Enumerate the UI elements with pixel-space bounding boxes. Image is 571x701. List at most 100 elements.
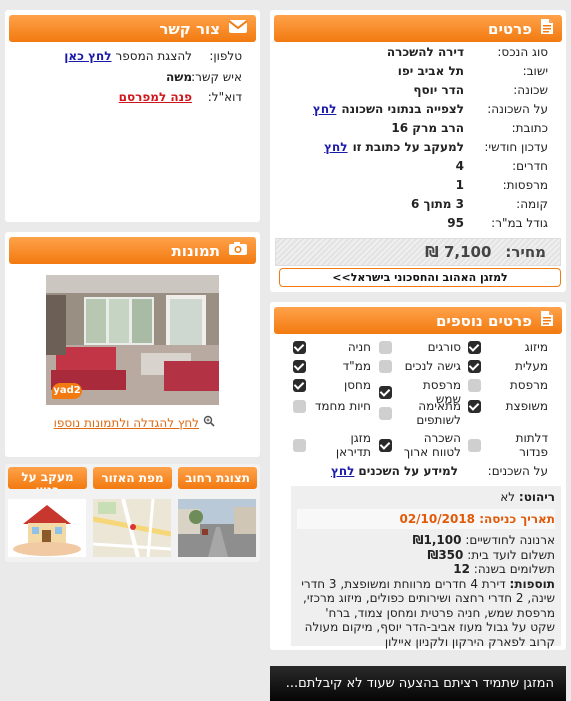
feature-checkbox[interactable] bbox=[468, 399, 481, 413]
tab-building-follow[interactable]: מעקב על בניין bbox=[8, 467, 87, 489]
location-tabs-panel: תצוגת רחוב מפת האזור מעקב על בניין bbox=[5, 464, 260, 562]
contact-advertiser-link[interactable]: פנה למפרסם bbox=[119, 90, 192, 104]
contact-panel: צור קשר טלפון: להצגת המספר לחץ כאן איש ק… bbox=[5, 10, 260, 222]
additions-label: תוספות: bbox=[509, 576, 555, 591]
detail-link[interactable]: לחץ bbox=[313, 102, 336, 116]
email-row: דוא"ל: פנה למפרסם bbox=[119, 90, 242, 104]
feature-item: מחסן bbox=[293, 378, 371, 392]
feature-item: מעלית bbox=[468, 359, 548, 373]
feature-label: חיות מחמד bbox=[314, 399, 371, 413]
details-title: פרטים bbox=[488, 19, 532, 38]
details-panel: פרטים סוג הנכס: דירה להשכרה ישוב: תל אביב י… bbox=[270, 10, 566, 292]
feature-label: מיזוג bbox=[524, 340, 548, 354]
feature-checkbox[interactable] bbox=[379, 385, 392, 399]
price-label: מחיר: bbox=[505, 243, 546, 261]
show-phone-link[interactable]: לחץ כאן bbox=[64, 49, 111, 63]
detail-label: סוג הנכס: bbox=[497, 45, 548, 59]
feature-checkbox[interactable] bbox=[468, 340, 481, 354]
extra-details-panel: פרטים נוספים מיזוג סורגים חניה מעלית גישה לנ… bbox=[270, 302, 566, 650]
tenants-value: למידע על השכנים bbox=[358, 464, 458, 478]
feature-checkbox[interactable] bbox=[293, 438, 306, 452]
payments-value: 12 bbox=[453, 562, 470, 576]
feature-checkbox[interactable] bbox=[379, 340, 392, 354]
detail-label: חדרים: bbox=[512, 159, 548, 173]
feature-label: סורגים bbox=[427, 340, 461, 354]
ac-promo-banner[interactable]: המזגן שתמיד רציתם בהצעה שעוד לא קיבלתם..… bbox=[270, 666, 566, 701]
feature-checkbox[interactable] bbox=[293, 399, 306, 413]
ac-link-button[interactable]: למזגן האהוב והחסכוני בישראל>> bbox=[279, 268, 561, 287]
feature-checkbox[interactable] bbox=[379, 406, 392, 420]
feature-checkbox[interactable] bbox=[379, 359, 392, 373]
arnona-label: ארנונה לחודשיים: bbox=[465, 533, 555, 547]
detail-row: כתובת: הרב מרק 16 bbox=[391, 121, 548, 135]
detail-label: ישוב: bbox=[522, 64, 548, 78]
envelope-icon bbox=[228, 19, 248, 38]
feature-checkbox[interactable] bbox=[468, 359, 481, 373]
feature-checkbox[interactable] bbox=[293, 340, 306, 354]
detail-value: 4 bbox=[455, 159, 464, 173]
feature-item: ממ"ד bbox=[293, 359, 371, 373]
feature-label: מעלית bbox=[514, 359, 548, 373]
feature-item: מזגן תדיראן bbox=[293, 431, 371, 459]
photos-panel: תמונות yad2 לחץ להגדלה ולתמונות נוספו bbox=[5, 232, 260, 457]
apartment-photo[interactable]: yad2 bbox=[46, 275, 219, 405]
price-value: 7,100 ₪ bbox=[425, 243, 492, 261]
feature-checkbox[interactable] bbox=[293, 378, 306, 392]
vaad-row: תשלום לועד בית: ₪350 bbox=[297, 548, 555, 563]
ac-link-text[interactable]: למזגן האהוב והחסכוני בישראל>> bbox=[332, 271, 507, 284]
street-view-thumbnail[interactable] bbox=[178, 499, 256, 557]
enlarge-photos-link[interactable]: לחץ להגדלה ולתמונות נוספו bbox=[54, 416, 199, 430]
detail-value: דירה להשכרה bbox=[386, 45, 464, 59]
document-icon bbox=[540, 18, 554, 39]
feature-checkbox[interactable] bbox=[379, 438, 392, 452]
detail-value: לצפייה בנתוני השכונה bbox=[341, 102, 464, 116]
detail-label: מרפסות: bbox=[502, 178, 548, 192]
feature-item: דלתות פנדור bbox=[468, 431, 548, 459]
detail-label: עדכון חודשי: bbox=[484, 140, 548, 154]
tab-building-follow-label[interactable]: מעקב על בניין bbox=[21, 470, 73, 490]
building-follow-thumbnail[interactable] bbox=[8, 499, 86, 557]
detail-value: 95 bbox=[447, 216, 464, 230]
photos-title: תמונות bbox=[171, 241, 220, 260]
tab-area-map-label[interactable]: מפת האזור bbox=[101, 471, 163, 485]
tenants-row: על השכנים: למידע על השכנים לחץ bbox=[331, 464, 548, 478]
furniture-row: ריהוט: לא bbox=[297, 490, 555, 505]
feature-item: השכרה לטווח ארוך bbox=[379, 431, 461, 459]
detail-row: ישוב: תל אביב יפו bbox=[398, 64, 548, 78]
watermark-text: yad2 bbox=[53, 385, 81, 396]
arnona-row: ארנונה לחודשיים: ₪1,100 bbox=[297, 533, 555, 548]
banner-text[interactable]: המזגן שתמיד רציתם בהצעה שעוד לא קיבלתם..… bbox=[286, 676, 554, 691]
details-header: פרטים bbox=[274, 15, 562, 42]
feature-checkbox[interactable] bbox=[293, 359, 306, 373]
feature-checkbox[interactable] bbox=[468, 438, 481, 452]
contact-header: צור קשר bbox=[9, 15, 256, 42]
contact-title: צור קשר bbox=[159, 19, 220, 38]
feature-item: חיות מחמד bbox=[293, 399, 371, 413]
furniture-value: לא bbox=[500, 490, 516, 504]
feature-checkbox[interactable] bbox=[468, 378, 481, 392]
detail-value: 1 bbox=[455, 178, 464, 192]
detail-link[interactable]: לחץ bbox=[324, 140, 347, 154]
tenants-link[interactable]: לחץ bbox=[331, 464, 354, 478]
info-block: ריהוט: לא תאריך כניסה: 02/10/2018 ארנונה… bbox=[291, 486, 561, 649]
area-map-thumbnail[interactable] bbox=[93, 499, 171, 557]
person-value: משה bbox=[165, 70, 192, 84]
detail-label: על השכונה: bbox=[487, 102, 548, 116]
tab-street-view-label[interactable]: תצוגת רחוב bbox=[185, 471, 250, 485]
tab-area-map[interactable]: מפת האזור bbox=[93, 467, 172, 489]
extra-details-header: פרטים נוספים bbox=[274, 307, 562, 334]
detail-row: גודל במ"ר: 95 bbox=[447, 216, 548, 230]
entry-date-label: תאריך כניסה: bbox=[479, 511, 555, 526]
feature-item: סורגים bbox=[379, 340, 461, 354]
email-label: דוא"ל: bbox=[207, 90, 242, 104]
payments-row: תשלומים בשנה: 12 bbox=[297, 562, 555, 577]
tab-street-view[interactable]: תצוגת רחוב bbox=[178, 467, 257, 489]
extra-details-title: פרטים נוספים bbox=[435, 311, 532, 330]
payments-label: תשלומים בשנה: bbox=[473, 562, 555, 576]
photos-header: תמונות bbox=[9, 237, 256, 264]
magnifier-icon[interactable] bbox=[203, 415, 215, 430]
detail-value: למעקב על כתובת זו bbox=[352, 140, 464, 154]
feature-label: מזגן תדיראן bbox=[335, 431, 371, 459]
price-bar: מחיר: 7,100 ₪ bbox=[275, 238, 561, 266]
document-icon bbox=[540, 310, 554, 331]
